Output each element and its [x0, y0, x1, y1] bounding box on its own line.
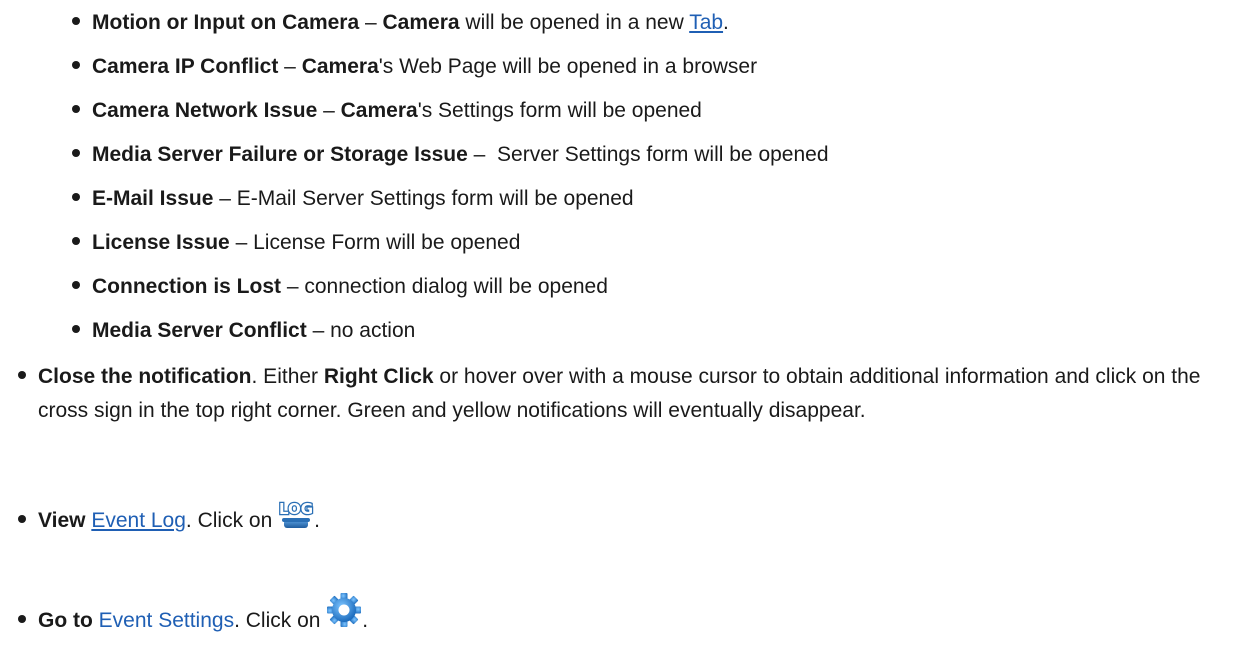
bullet-icon [18, 615, 26, 624]
gear-icon[interactable] [326, 592, 362, 628]
item-title: E-Mail Issue [92, 187, 214, 210]
bullet-icon [72, 105, 80, 114]
bullet-icon [72, 17, 80, 26]
item-tail: . [314, 509, 320, 532]
item-tail: . [362, 609, 369, 632]
bullet-icon [72, 237, 80, 246]
item-title: Media Server Conflict [92, 319, 307, 342]
item-title: View [38, 509, 86, 532]
item-text: E-Mail Server Settings form will be open… [236, 187, 634, 210]
svg-text:LOG: LOG [279, 500, 313, 518]
list-item: Motion or Input on Camera – Camera will … [72, 8, 729, 38]
list-item: E-Mail Issue – E-Mail Server Settings fo… [72, 184, 634, 214]
goto-event-settings-item: Go to Event Settings. Click on . [18, 593, 369, 636]
item-text: License Form will be opened [253, 231, 521, 254]
item-title: Connection is Lost [92, 275, 281, 298]
item-title: Media Server Failure or Storage Issue [92, 143, 468, 166]
item-text: will be opened in a new [459, 11, 690, 34]
item-text: Server Settings form will be opened [497, 143, 829, 166]
item-title: Go to [38, 609, 93, 632]
list-item: Camera Network Issue – Camera's Settings… [72, 96, 702, 126]
item-text: connection dialog will be opened [304, 275, 608, 298]
right-click-label: Right Click [323, 365, 434, 388]
list-item: Media Server Conflict – no action [72, 316, 415, 346]
item-title: Close the notification [38, 365, 252, 388]
separator: – [317, 99, 341, 122]
item-title: Motion or Input on Camera [92, 11, 360, 34]
item-subject: Camera [340, 99, 418, 122]
separator: – [229, 231, 254, 254]
item-title: Camera Network Issue [92, 99, 318, 122]
item-title: License Issue [92, 231, 230, 254]
bullet-icon [72, 193, 80, 202]
separator: – [306, 319, 331, 342]
item-subject: Camera [301, 55, 379, 78]
event-settings-link[interactable]: Event Settings [99, 609, 234, 632]
separator: – [359, 11, 383, 34]
item-text: no action [330, 319, 416, 342]
view-event-log-item: View Event Log. Click on LOG . [18, 499, 320, 536]
separator: – [281, 275, 305, 298]
event-log-link[interactable]: Event Log [91, 509, 186, 532]
close-notification-item: Close the notification. Either Right Cli… [18, 360, 1228, 428]
separator: – [467, 143, 498, 166]
item-text: 's Settings form will be opened [417, 99, 702, 122]
item-text: . Click on [185, 509, 279, 532]
item-subject: Camera [382, 11, 460, 34]
bullet-icon [18, 371, 26, 380]
tab-link[interactable]: Tab [689, 11, 723, 34]
list-item: Connection is Lost – connection dialog w… [72, 272, 608, 302]
bullet-icon [72, 61, 80, 70]
bullet-icon [72, 149, 80, 158]
bullet-icon [72, 281, 80, 290]
list-item: Media Server Failure or Storage Issue – … [72, 140, 829, 170]
item-text: . Either [251, 365, 324, 388]
separator: – [278, 55, 302, 78]
item-tail: . [723, 11, 729, 34]
list-item: License Issue – License Form will be ope… [72, 228, 520, 258]
bullet-icon [72, 325, 80, 334]
list-item: Camera IP Conflict – Camera's Web Page w… [72, 52, 757, 82]
separator: – [213, 187, 237, 210]
item-text: 's Web Page will be opened in a browser [378, 55, 758, 78]
item-text: . Click on [234, 609, 327, 632]
bullet-icon [18, 515, 26, 524]
item-title: Camera IP Conflict [92, 55, 279, 78]
log-icon[interactable]: LOG [278, 498, 314, 530]
